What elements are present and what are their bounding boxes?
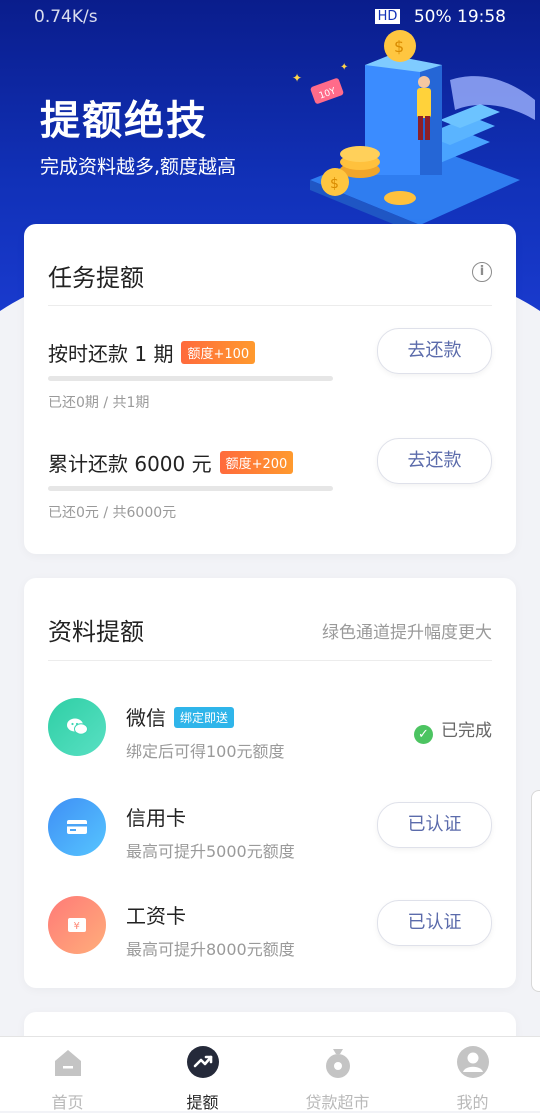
info-icon[interactable]: i [472,262,492,282]
page-title: 提额绝技 [40,98,208,144]
completed-status: ✓ 已完成 [414,716,492,744]
card-title: 任务提额 [48,264,144,292]
tab-label: 贷款超市 [305,1093,370,1112]
source-desc: 最高可提升8000元额度 [126,940,295,959]
svg-text:¥: ¥ [74,921,80,932]
tab-mine[interactable]: 我的 [405,1045,540,1113]
check-icon: ✓ [414,725,433,744]
verified-button[interactable]: 已认证 [377,802,492,848]
card-title: 资料提额 [48,618,144,646]
tab-label: 首页 [51,1093,84,1112]
bind-tag: 绑定即送 [174,707,235,728]
status-left: 0.74K/s [34,7,98,27]
yen-card-icon: ¥ [48,896,106,954]
svg-text:✦: ✦ [340,62,348,73]
verified-button[interactable]: 已认证 [377,900,492,946]
source-item-salary-card: ¥ 工资卡 最高可提升8000元额度 已认证 [48,896,492,966]
task-boost-card: 任务提额 i 按时还款 1 期额度+100 已还0期 / 共1期 去还款 累计还… [24,224,516,554]
repay-button[interactable]: 去还款 [377,438,492,484]
tab-label: 我的 [456,1093,489,1112]
user-icon [456,1046,489,1078]
side-scroll-handle[interactable] [531,790,540,992]
source-desc: 绑定后可得100元额度 [126,742,285,761]
trend-icon [186,1046,219,1078]
wechat-icon [48,698,106,756]
task-name-row: 按时还款 1 期额度+100 [48,338,256,367]
tab-home[interactable]: 首页 [0,1045,135,1113]
tab-boost[interactable]: 提额 [135,1045,270,1113]
credit-badge: 额度+100 [181,341,256,364]
progress-bar [48,486,333,491]
source-name: 微信 [126,706,166,730]
source-name: 工资卡 [126,904,186,928]
task-item: 累计还款 6000 元额度+200 已还0元 / 共6000元 去还款 [48,438,492,538]
tab-loan-market[interactable]: 贷款超市 [270,1045,405,1113]
divider [48,660,492,661]
task-progress-text: 已还0期 / 共1期 [48,395,150,411]
source-desc: 最高可提升5000元额度 [126,842,295,861]
money-bag-icon [325,1049,350,1078]
home-icon [54,1050,81,1076]
credit-badge: 额度+200 [219,451,294,474]
task-name-row: 累计还款 6000 元额度+200 [48,448,294,477]
profile-boost-card: 资料提额 绿色通道提升幅度更大 微信 绑定即送 绑定后可得100元额度 ✓ 已完成 … [24,578,516,988]
status-network-speed: 0.74K/s [34,7,98,27]
task-item: 按时还款 1 期额度+100 已还0期 / 共1期 去还款 [48,328,492,428]
task-name: 累计还款 6000 元 [48,452,212,476]
card-note: 绿色通道提升幅度更大 [322,623,492,643]
status-text: 已完成 [441,721,492,741]
task-progress-text: 已还0元 / 共6000元 [48,505,177,521]
svg-text:$: $ [330,176,339,192]
source-name-row: 微信 绑定即送 [126,702,235,731]
task-name: 按时还款 1 期 [48,342,174,366]
source-item-credit-card: 信用卡 最高可提升5000元额度 已认证 [48,798,492,868]
repay-button[interactable]: 去还款 [377,328,492,374]
tab-label: 提额 [186,1093,219,1112]
progress-bar [48,376,333,381]
hero-illustration: $ $ 10Y ✦ ✦ [292,30,535,230]
divider [48,305,492,306]
svg-text:$: $ [394,37,404,56]
source-item-wechat[interactable]: 微信 绑定即送 绑定后可得100元额度 ✓ 已完成 [48,698,492,768]
page-subtitle: 完成资料越多,额度越高 [40,156,237,178]
credit-card-icon [48,798,106,856]
source-name: 信用卡 [126,806,186,830]
bottom-tab-bar: 首页 提额 贷款超市 我的 [0,1036,540,1113]
svg-text:✦: ✦ [292,71,302,85]
